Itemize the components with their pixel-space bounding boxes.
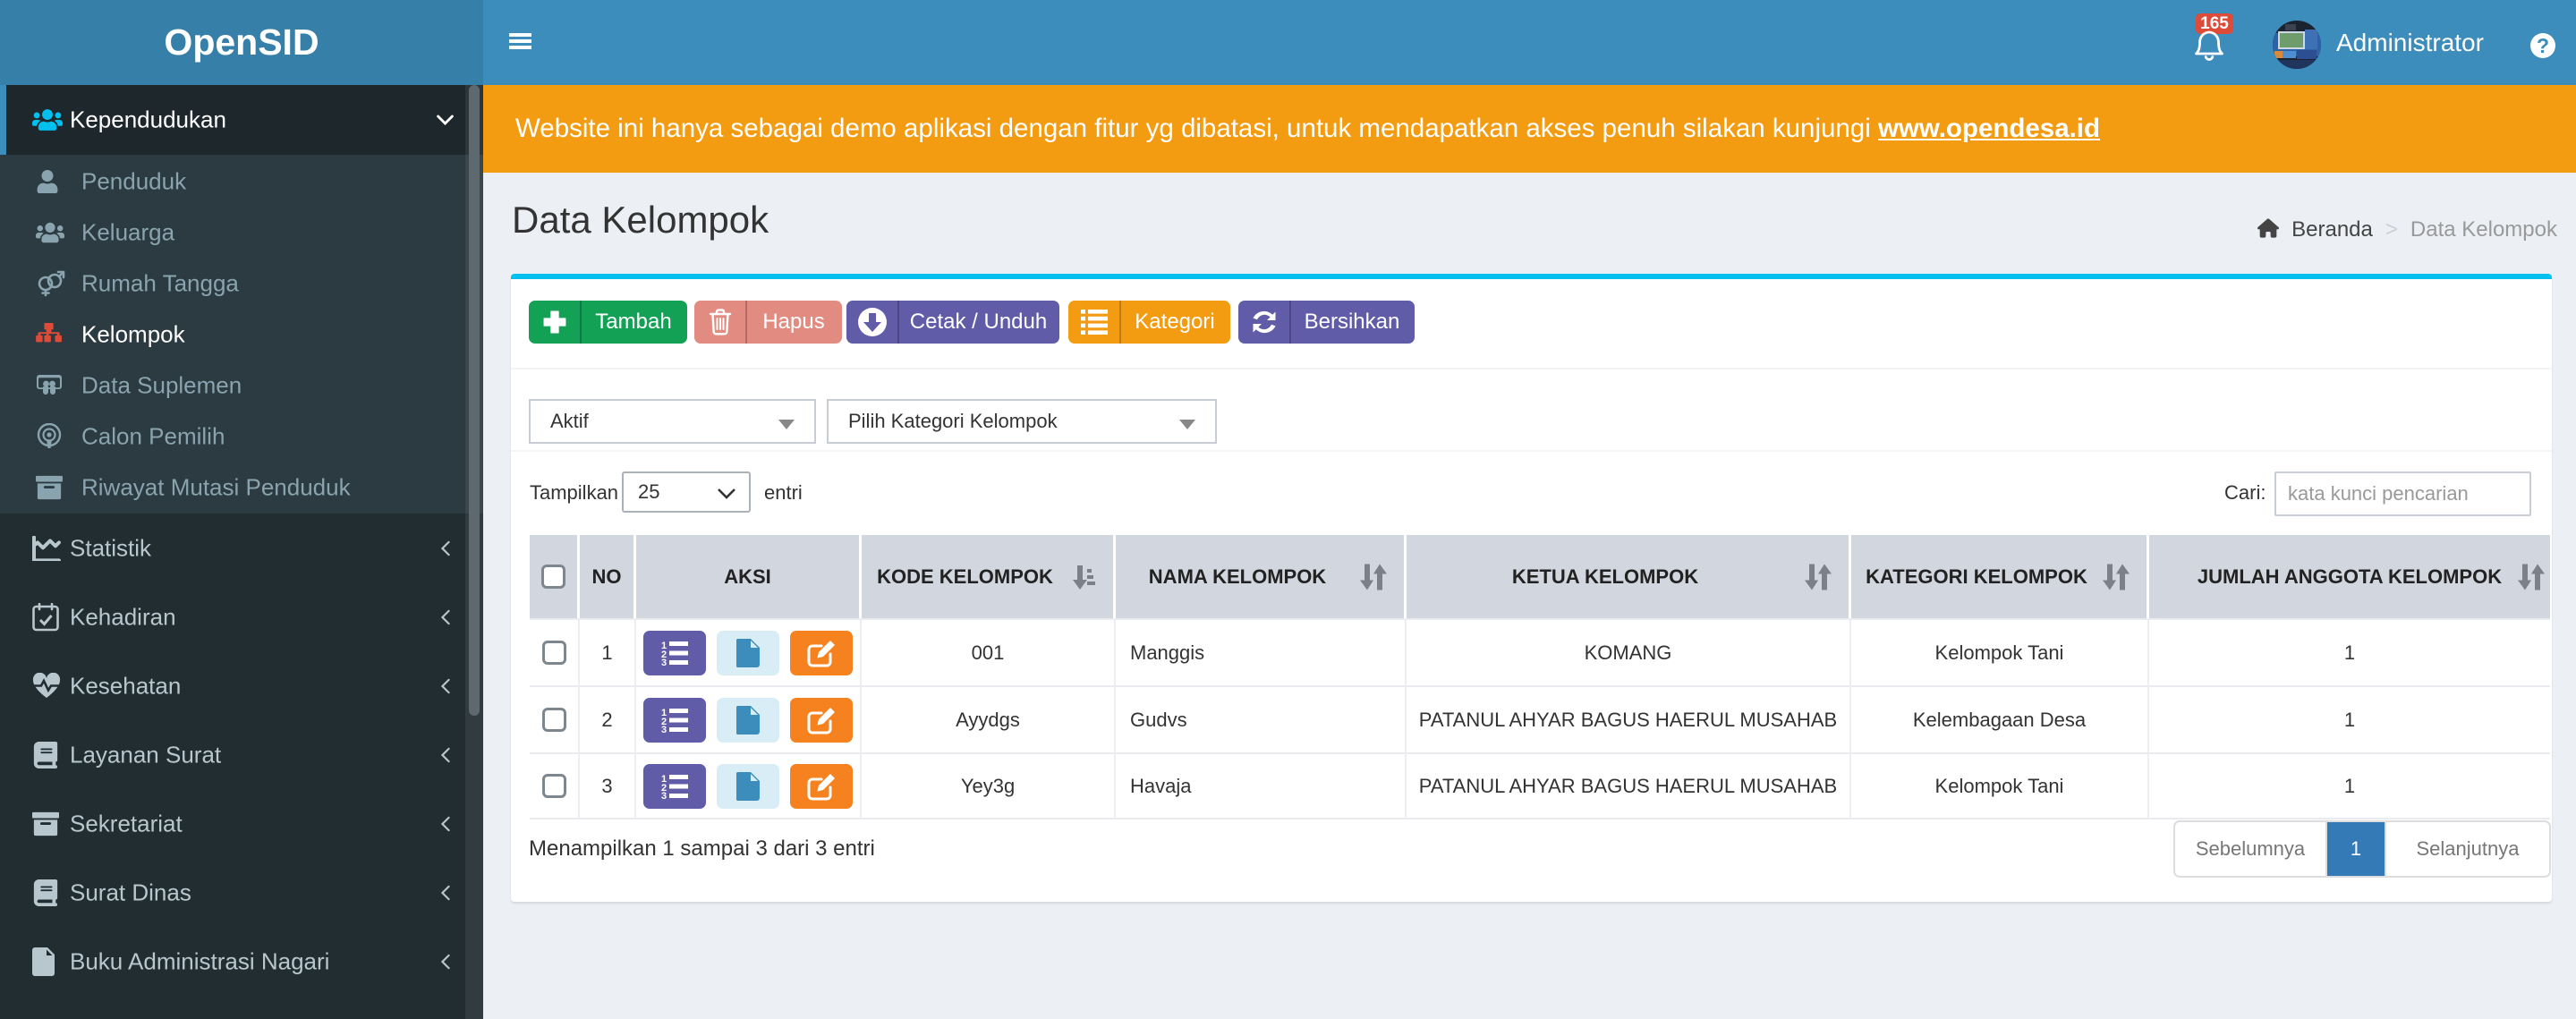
svg-text:3: 3 (661, 658, 667, 666)
svg-text:3: 3 (661, 791, 667, 799)
svg-text:3: 3 (661, 725, 667, 733)
